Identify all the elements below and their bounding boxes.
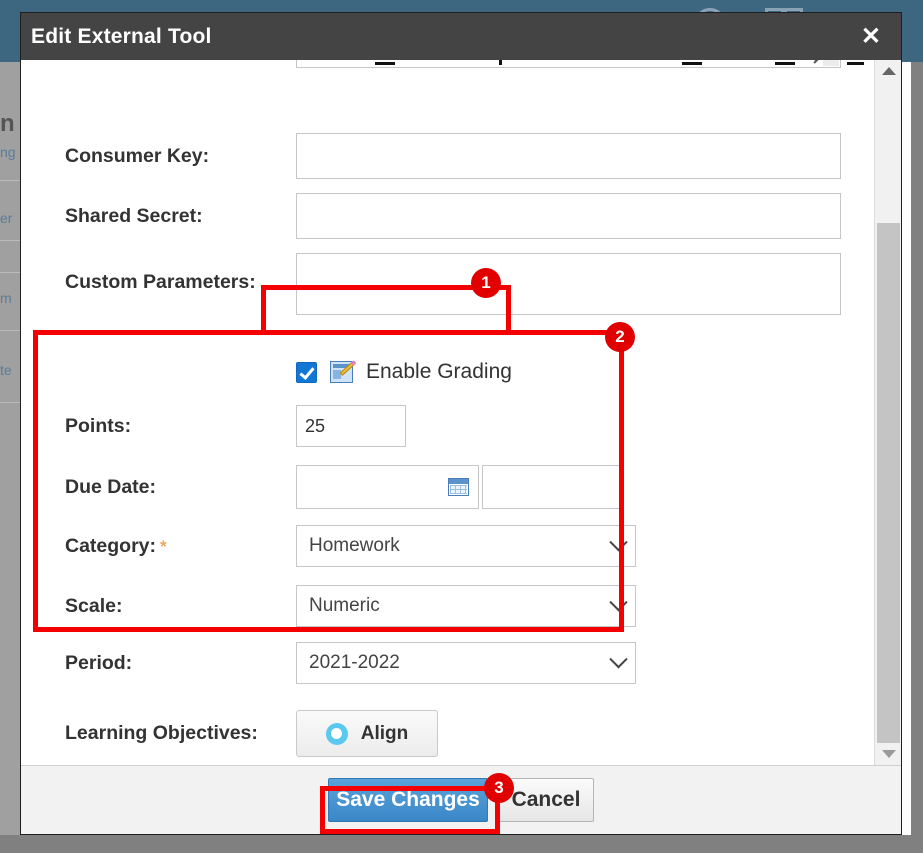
scroll-down-arrow-icon[interactable] (875, 743, 901, 765)
category-label-text: Category: (65, 535, 156, 557)
vertical-scrollbar[interactable] (874, 60, 901, 765)
field-row-shared-secret: Shared Secret: (65, 193, 855, 239)
background-text-fragment: ng (0, 144, 20, 160)
scale-select-value: Numeric (309, 595, 380, 617)
calendar-icon[interactable] (448, 478, 469, 496)
learning-objectives-label: Learning Objectives: (65, 722, 296, 745)
background-right-strip (911, 62, 923, 853)
field-row-scale: Scale: Numeric (65, 585, 636, 627)
textarea-resize-handle[interactable] (823, 60, 839, 66)
field-row-due-date: Due Date: (65, 465, 620, 509)
grading-icon (330, 361, 353, 383)
background-text-fragment: m (0, 290, 20, 306)
save-changes-button[interactable]: Save Changes (328, 778, 488, 822)
field-row-period: Period: 2021-2022 (65, 642, 636, 684)
form-area: Consumer Key: Shared Secret: Custom Para… (21, 60, 875, 765)
scrollbar-thumb[interactable] (877, 223, 900, 743)
period-select-value: 2021-2022 (309, 652, 400, 674)
field-row-points: Points: (65, 405, 406, 447)
background-divider (0, 272, 20, 273)
previous-field-textarea-clipped[interactable] (296, 60, 841, 68)
background-left-column: n ng er m te (0, 62, 20, 853)
due-date-input-wrap (296, 465, 479, 509)
background-divider (0, 330, 20, 331)
points-input[interactable] (296, 405, 406, 447)
required-marker: * (160, 537, 167, 556)
custom-parameters-label: Custom Parameters: (65, 253, 296, 294)
resize-grip-icon[interactable] (813, 60, 822, 65)
consumer-key-label: Consumer Key: (65, 145, 296, 168)
dialog-footer: Save Changes Cancel (21, 765, 901, 834)
background-divider (0, 240, 20, 241)
category-select-value: Homework (309, 535, 400, 557)
due-date-label: Due Date: (65, 476, 296, 499)
chevron-down-icon (609, 650, 627, 668)
background-divider (0, 180, 20, 181)
field-row-consumer-key: Consumer Key: (65, 133, 855, 179)
category-label: Category:* (65, 535, 296, 558)
chevron-down-icon (609, 533, 627, 551)
chevron-down-icon (609, 593, 627, 611)
period-label: Period: (65, 652, 296, 675)
field-row-category: Category:* Homework (65, 525, 636, 567)
custom-parameters-textarea[interactable] (296, 253, 841, 315)
dialog-titlebar: Edit External Tool ✕ (21, 13, 901, 60)
dialog-body: Consumer Key: Shared Secret: Custom Para… (21, 60, 901, 765)
field-row-custom-parameters: Custom Parameters: (65, 253, 855, 315)
align-button[interactable]: Align (296, 710, 438, 757)
period-select[interactable]: 2021-2022 (296, 642, 636, 684)
background-divider (0, 402, 20, 403)
scale-label: Scale: (65, 595, 296, 618)
dialog-title: Edit External Tool (31, 25, 212, 49)
background-text-fragment: te (0, 362, 20, 378)
due-time-input[interactable] (482, 465, 620, 509)
background-text-fragment: er (0, 210, 20, 226)
consumer-key-input[interactable] (296, 133, 841, 179)
enable-grading-label: Enable Grading (366, 360, 512, 384)
shared-secret-input[interactable] (296, 193, 841, 239)
background-text-fragment: n (0, 110, 20, 138)
shared-secret-label: Shared Secret: (65, 205, 296, 228)
background-bottom-strip (0, 835, 923, 853)
scroll-up-arrow-icon[interactable] (875, 60, 901, 82)
close-icon[interactable]: ✕ (855, 23, 887, 51)
enable-grading-row: Enable Grading (296, 359, 512, 385)
field-row-learning-objectives: Learning Objectives: Align (65, 710, 438, 757)
edit-external-tool-dialog: Edit External Tool ✕ Consumer Key: S (20, 12, 902, 835)
cancel-button[interactable]: Cancel (498, 778, 594, 822)
enable-grading-checkbox[interactable] (296, 362, 317, 383)
points-label: Points: (65, 415, 296, 438)
align-button-label: Align (361, 723, 409, 745)
scale-select[interactable]: Numeric (296, 585, 636, 627)
category-select[interactable]: Homework (296, 525, 636, 567)
target-icon (326, 723, 348, 745)
